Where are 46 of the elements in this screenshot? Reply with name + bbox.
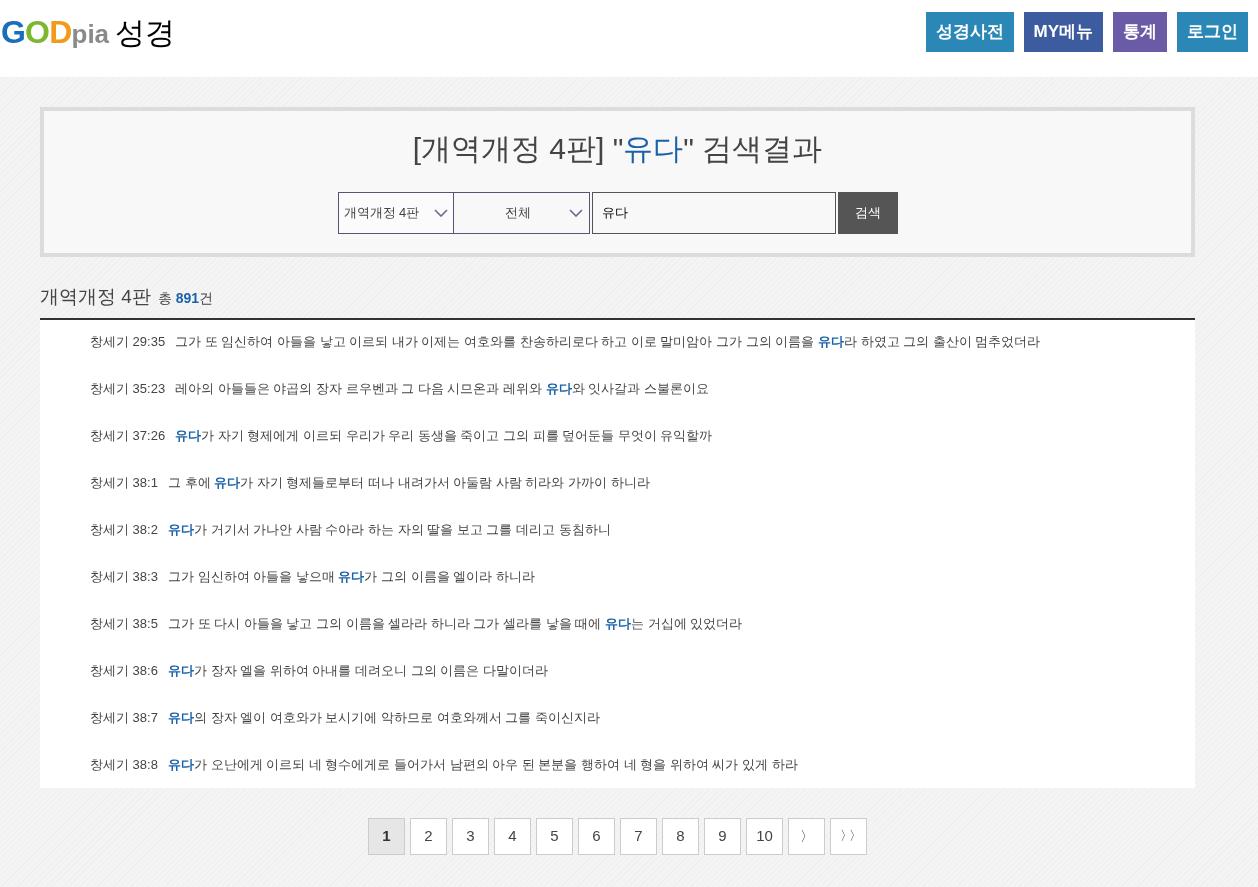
next-page-button[interactable]: 〉 [788, 817, 825, 855]
version-select[interactable]: 개역개정 4판 [337, 192, 454, 234]
chevron-down-icon [568, 209, 583, 217]
result-count: 총 891건 [157, 289, 214, 308]
verse-reference[interactable]: 창세기 35:23 [90, 378, 166, 426]
verse-text: 그 후에 유다가 자기 형제들로부터 떠나 내려가서 아둘람 사람 히라와 가까이 하니라 [167, 473, 650, 492]
verse-text: 유다가 거기서 가나안 사람 수아라 하는 자의 딸을 보고 그를 데리고 동침하니 [167, 520, 611, 539]
nav-button[interactable]: 통계 [1113, 11, 1167, 52]
search-title: [개역개정 4판] "유다" 검색결과 [412, 131, 823, 167]
verse-text: 유다의 장자 엘이 여호와가 보시기에 악하므로 여호와께서 그를 죽이신지라 [167, 708, 600, 727]
page-button[interactable]: 4 [494, 817, 531, 855]
page-button[interactable]: 9 [704, 817, 741, 855]
last-page-button[interactable]: 〉〉 [830, 817, 867, 855]
page-button[interactable]: 7 [620, 817, 657, 855]
verse-reference[interactable]: 창세기 38:3 [90, 566, 158, 614]
site-logo[interactable]: GODpia 성경 [1, 7, 176, 56]
verse-text: 그가 임신하여 아들을 낳으매 유다가 그의 이름을 엘이라 하니라 [167, 567, 535, 586]
nav-button[interactable]: 성경사전 [925, 11, 1014, 52]
scope-select[interactable]: 전체 [453, 192, 590, 234]
nav-button[interactable]: MY메뉴 [1023, 11, 1103, 52]
page-button[interactable]: 3 [452, 817, 489, 855]
verse-reference[interactable]: 창세기 38:1 [90, 472, 158, 520]
verse-reference[interactable]: 창세기 38:6 [90, 660, 158, 708]
verse-text: 유다가 자기 형제에게 이르되 우리가 우리 동생을 죽이고 그의 피를 덮어둔들 무엇이 유익할까 [175, 426, 713, 445]
search-field[interactable]: 유다 [591, 192, 836, 234]
verse-reference[interactable]: 창세기 29:35 [90, 331, 166, 379]
page-button[interactable]: 5 [536, 817, 573, 855]
page-button[interactable]: 8 [662, 817, 699, 855]
verse-text: 유다가 오난에게 이르되 네 형수에게로 들어가서 남편의 아우 된 본분을 행하여 네 형을 위하여 씨가 있게 하라 [167, 755, 798, 774]
page-button[interactable]: 1 [368, 817, 405, 855]
page-button[interactable]: 10 [746, 817, 783, 855]
verse-reference[interactable]: 창세기 38:8 [90, 754, 158, 802]
nav-button[interactable]: 로그인 [1177, 11, 1248, 52]
verse-text: 유다가 장자 엘을 위하여 아내를 데려오니 그의 이름은 다말이더라 [167, 661, 548, 680]
verse-reference[interactable]: 창세기 37:26 [90, 425, 166, 473]
version-heading: 개역개정 4판 [40, 285, 151, 309]
search-button[interactable]: 검색 [837, 192, 898, 234]
verse-text: 레아의 아들들은 야곱의 장자 르우벤과 그 다음 시므온과 레위와 유다와 잇사갈과 스불론이요 [175, 379, 709, 398]
verse-reference[interactable]: 창세기 38:5 [90, 613, 158, 661]
verse-text: 그가 또 임신하여 아들을 낳고 이르되 내가 이제는 여호와를 찬송하리로다 하고 이로 말미암아 그가 그의 이름을 유다라 하였고 그의 출산이 멈추었더라 [175, 332, 1041, 351]
page-button[interactable]: 2 [410, 817, 447, 855]
page-button[interactable]: 6 [578, 817, 615, 855]
verse-text: 그가 또 다시 아들을 낳고 그의 이름을 셀라라 하니라 그가 셀라를 낳을 때에 유다는 거십에 있었더라 [167, 614, 743, 633]
verse-reference[interactable]: 창세기 38:2 [90, 519, 158, 567]
verse-reference[interactable]: 창세기 38:7 [90, 707, 158, 755]
chevron-down-icon [433, 209, 448, 217]
